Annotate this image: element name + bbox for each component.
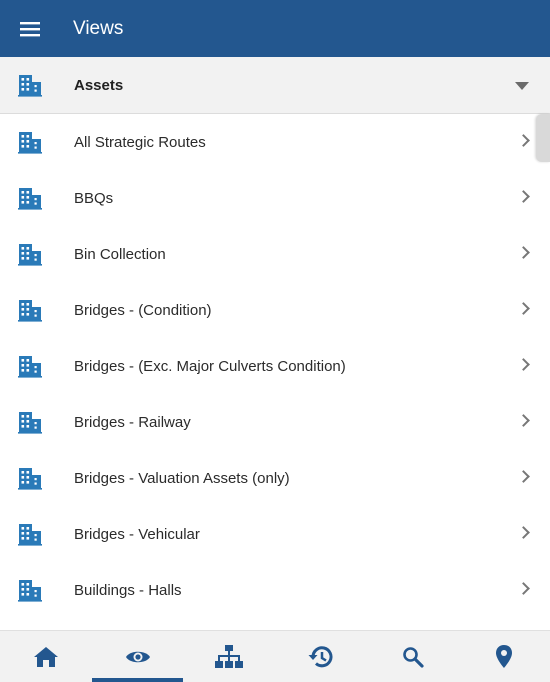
chevron-right-icon — [517, 246, 530, 259]
views-list: All Strategic Routes BBQs Bin Collection… — [0, 114, 550, 630]
chevron-right-icon — [517, 582, 530, 595]
list-item-label: Bridges - (Exc. Major Culverts Condition… — [74, 357, 346, 375]
list-item[interactable]: All Strategic Routes — [0, 114, 550, 170]
building-icon — [18, 578, 42, 602]
nav-views-button[interactable] — [91, 631, 184, 682]
app-bar: Views — [0, 0, 550, 57]
hamburger-menu-icon — [20, 21, 40, 37]
list-item-label: Bridges - Valuation Assets (only) — [74, 469, 290, 487]
chevron-right-icon — [517, 302, 530, 315]
list-item[interactable]: Bin Collection — [0, 226, 550, 282]
building-icon — [18, 186, 42, 210]
list-item-label: Bridges - Vehicular — [74, 525, 200, 543]
list-item[interactable]: Bridges - Railway — [0, 394, 550, 450]
list-item[interactable]: Bridges - (Condition) — [0, 282, 550, 338]
hierarchy-icon — [214, 644, 244, 669]
menu-button[interactable] — [0, 0, 60, 57]
chevron-right-icon — [517, 526, 530, 539]
chevron-right-icon — [517, 358, 530, 371]
building-icon — [18, 130, 42, 154]
page-title: Views — [73, 17, 124, 39]
chevron-right-icon — [517, 134, 530, 147]
scrollbar-thumb[interactable] — [536, 114, 550, 162]
eye-icon — [125, 648, 151, 666]
nav-hierarchy-button[interactable] — [183, 631, 275, 682]
list-item-label: Bridges - Railway — [74, 413, 191, 431]
list-item-label: Bin Collection — [74, 245, 166, 263]
map-pin-icon — [495, 644, 513, 669]
list-item[interactable]: Buildings - Halls — [0, 562, 550, 618]
building-icon — [18, 354, 42, 378]
list-item-label: Buildings - Halls — [74, 581, 182, 599]
nav-search-button[interactable] — [367, 631, 459, 682]
section-header-assets[interactable]: Assets — [0, 57, 550, 114]
list-item[interactable]: Bridges - (Exc. Major Culverts Condition… — [0, 338, 550, 394]
nav-map-button[interactable] — [458, 631, 550, 682]
building-icon — [18, 298, 42, 322]
list-item-label: BBQs — [74, 189, 114, 207]
chevron-right-icon — [517, 470, 530, 483]
list-item-label: Bridges - (Condition) — [74, 301, 212, 319]
chevron-right-icon — [517, 414, 530, 427]
building-icon — [18, 466, 42, 490]
history-icon — [308, 645, 334, 669]
chevron-right-icon — [517, 190, 530, 203]
list-item[interactable]: Bridges - Vehicular — [0, 506, 550, 562]
building-icon — [18, 242, 42, 266]
home-icon — [33, 646, 59, 668]
nav-home-button[interactable] — [0, 631, 92, 682]
bottom-nav — [0, 630, 550, 682]
list-item[interactable]: Bridges - Valuation Assets (only) — [0, 450, 550, 506]
nav-history-button[interactable] — [275, 631, 367, 682]
caret-down-icon[interactable] — [515, 82, 529, 90]
search-icon — [402, 646, 424, 668]
section-title: Assets — [74, 76, 124, 94]
building-icon — [18, 522, 42, 546]
list-item-label: All Strategic Routes — [74, 133, 206, 151]
list-item[interactable]: BBQs — [0, 170, 550, 226]
building-icon — [18, 410, 42, 434]
building-icon — [18, 73, 42, 97]
